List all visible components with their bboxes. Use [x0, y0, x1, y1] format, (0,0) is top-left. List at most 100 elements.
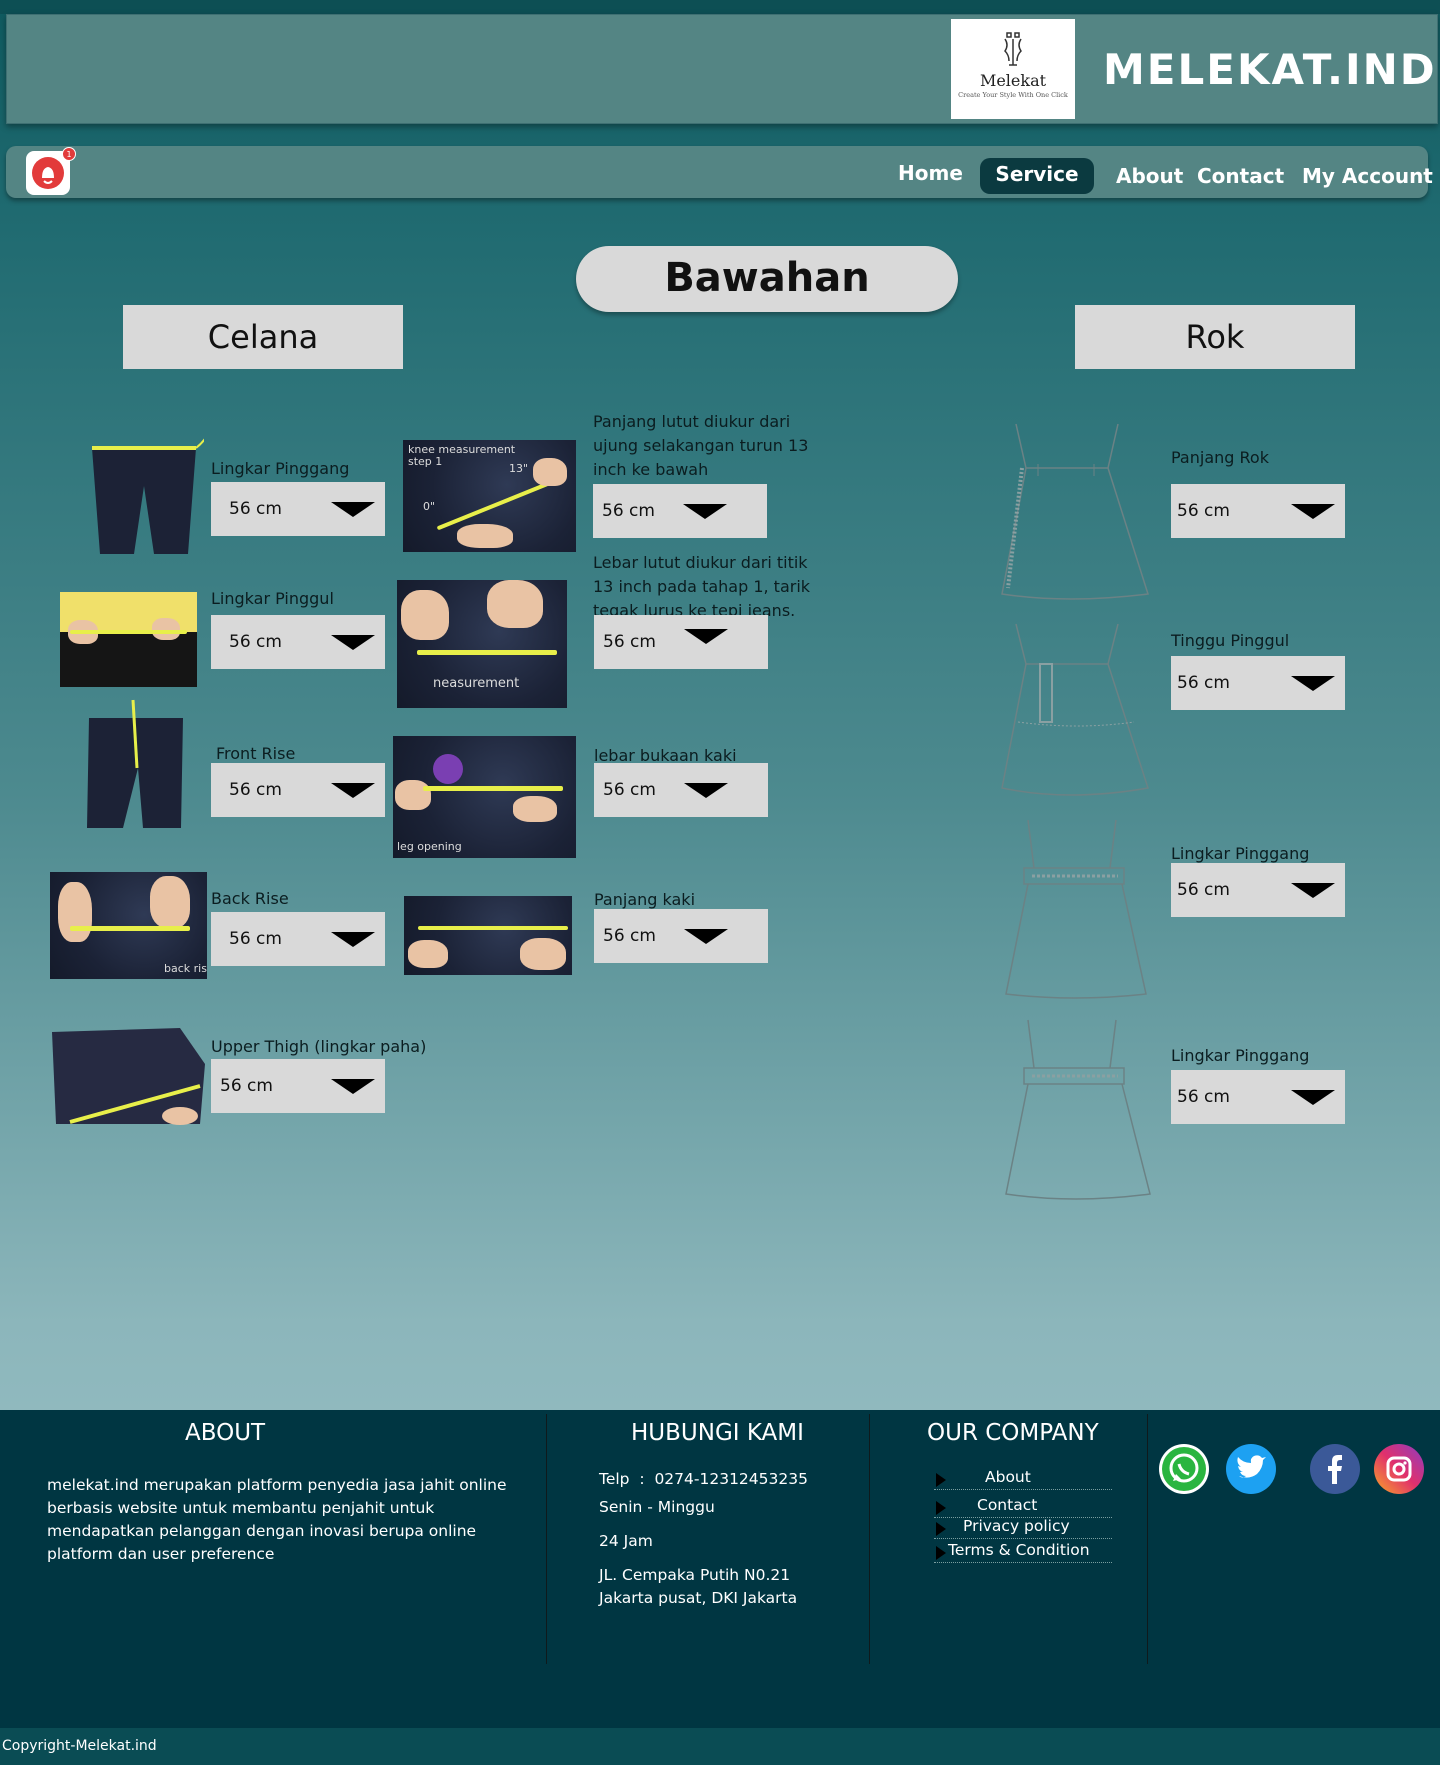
- link-label: Privacy policy: [963, 1517, 1070, 1535]
- logo[interactable]: Melekat Create Your Style With One Click: [951, 19, 1075, 119]
- desc-lebar-lutut: Lebar lutut diukur dari titik 13 inch pa…: [593, 553, 811, 620]
- label-lingkar-pinggang: Lingkar Pinggang: [211, 459, 350, 478]
- footer-divider: [1147, 1414, 1148, 1664]
- footer-company-title: OUR COMPANY: [927, 1420, 1099, 1446]
- select-front-rise[interactable]: 56 cm: [211, 763, 385, 817]
- arrow-right-icon: [936, 1522, 946, 1536]
- back-rise-caption: back rise: [164, 962, 207, 975]
- select-value: 56 cm: [229, 499, 282, 519]
- desc-panjang-lutut: Panjang lutut diukur dari ujung selakang…: [593, 412, 809, 479]
- nav-my-account[interactable]: My Account: [1302, 164, 1433, 188]
- select-lingkar-pinggang-rok[interactable]: 56 cm: [1171, 863, 1345, 917]
- skirt-length-illustration: [1001, 423, 1149, 600]
- footer-divider: [869, 1414, 870, 1664]
- label-lingkar-pinggang-rok: Lingkar Pinggang: [1171, 844, 1310, 863]
- footer-about-title: ABOUT: [185, 1420, 266, 1446]
- footer-divider: [546, 1414, 547, 1664]
- label-upper-thigh: Upper Thigh (lingkar paha): [211, 1037, 427, 1056]
- footer-contact-title: HUBUNGI KAMI: [631, 1420, 804, 1446]
- footer-hours: 24 Jam: [599, 1532, 653, 1550]
- select-value: 56 cm: [229, 929, 282, 949]
- select-value: 56 cm: [603, 780, 656, 800]
- footer-link-about[interactable]: About: [934, 1468, 1112, 1490]
- dropdown-arrow-icon: [331, 932, 375, 947]
- dropdown-arrow-icon: [1291, 1090, 1335, 1105]
- dropdown-arrow-icon: [1291, 676, 1335, 691]
- notification-badge: 1: [62, 147, 76, 161]
- select-value: 56 cm: [1177, 673, 1230, 693]
- facebook-icon[interactable]: [1310, 1444, 1360, 1494]
- select-lebar-bukaan-kaki[interactable]: 56 cm: [594, 763, 768, 817]
- select-value: 56 cm: [1177, 501, 1230, 521]
- link-label: Terms & Condition: [948, 1541, 1090, 1559]
- measurement-caption: neasurement: [433, 676, 520, 691]
- select-lebar-lutut[interactable]: 56 cm: [594, 615, 768, 669]
- photo-knee-width: neasurement: [397, 580, 567, 708]
- twitter-icon[interactable]: [1226, 1444, 1276, 1494]
- mannequin-icon: [1004, 32, 1022, 66]
- nav-service[interactable]: Service: [980, 158, 1094, 194]
- photo-upper-thigh: [50, 1024, 205, 1127]
- leg-opening-caption: leg opening: [397, 840, 462, 853]
- arrow-right-icon: [936, 1473, 946, 1487]
- dropdown-arrow-icon: [1291, 883, 1335, 898]
- link-label: Contact: [977, 1496, 1038, 1514]
- select-back-rise[interactable]: 56 cm: [211, 912, 385, 966]
- nav-about[interactable]: About: [1116, 164, 1183, 188]
- select-upper-thigh[interactable]: 56 cm: [211, 1059, 385, 1113]
- select-lingkar-pinggang[interactable]: 56 cm: [211, 482, 385, 536]
- dropdown-arrow-icon: [1291, 504, 1335, 519]
- copyright: Copyright-Melekat.ind: [2, 1738, 157, 1754]
- site-header: Melekat Create Your Style With One Click…: [6, 14, 1438, 124]
- dropdown-arrow-icon: [684, 929, 728, 944]
- instagram-icon[interactable]: [1374, 1444, 1424, 1494]
- skirt-waist-illustration: [1005, 819, 1147, 999]
- select-lingkar-pinggang-rok-2[interactable]: 56 cm: [1171, 1070, 1345, 1124]
- select-value: 56 cm: [602, 501, 655, 521]
- photo-front-rise: [83, 698, 195, 828]
- nav-home[interactable]: Home: [898, 161, 963, 185]
- dropdown-arrow-icon: [331, 1079, 375, 1094]
- label-front-rise: Front Rise: [216, 744, 296, 763]
- select-value: 56 cm: [1177, 880, 1230, 900]
- dropdown-arrow-icon: [331, 502, 375, 517]
- section-title-celana: Celana: [123, 305, 403, 369]
- select-panjang-kaki[interactable]: 56 cm: [594, 909, 768, 963]
- dropdown-arrow-icon: [684, 629, 728, 644]
- select-lingkar-pinggul[interactable]: 56 cm: [211, 615, 385, 669]
- photo-waist: [84, 426, 204, 554]
- copyright-bar: Copyright-Melekat.ind: [0, 1728, 1440, 1765]
- logo-name: Melekat: [979, 71, 1047, 90]
- select-value: 56 cm: [229, 780, 282, 800]
- photo-knee-length: knee measurement step 1 13" 0": [403, 440, 576, 552]
- select-value: 56 cm: [229, 632, 282, 652]
- footer-about-text: melekat.ind merupakan platform penyedia …: [47, 1476, 507, 1563]
- dropdown-arrow-icon: [331, 783, 375, 798]
- dropdown-arrow-icon: [331, 635, 375, 650]
- arrow-right-icon: [936, 1546, 946, 1560]
- select-panjang-rok[interactable]: 56 cm: [1171, 484, 1345, 538]
- photo-back-rise: back rise: [50, 872, 207, 979]
- select-panjang-lutut[interactable]: 56 cm: [593, 484, 767, 538]
- footer-link-contact[interactable]: Contact: [934, 1496, 1112, 1518]
- notification-button[interactable]: 1: [26, 147, 76, 195]
- select-tinggu-pinggul[interactable]: 56 cm: [1171, 656, 1345, 710]
- photo-hip: [60, 592, 197, 687]
- photo-leg-length: [404, 896, 572, 975]
- skirt-waist-illustration-2: [1005, 1019, 1151, 1200]
- select-value: 56 cm: [603, 926, 656, 946]
- footer-link-privacy[interactable]: Privacy policy: [934, 1517, 1112, 1539]
- nav-contact[interactable]: Contact: [1197, 164, 1284, 188]
- footer-phone: Telp : 0274-12312453235: [599, 1470, 808, 1488]
- bell-icon: [32, 157, 64, 189]
- label-tinggu-pinggul: Tinggu Pinggul: [1171, 631, 1290, 650]
- footer-link-terms[interactable]: Terms & Condition: [934, 1541, 1112, 1563]
- label-panjang-rok: Panjang Rok: [1171, 448, 1269, 467]
- photo-leg-opening: leg opening: [393, 736, 576, 858]
- link-label: About: [985, 1468, 1031, 1486]
- footer-address: JL. Cempaka Putih N0.21 Jakarta pusat, D…: [599, 1566, 798, 1607]
- whatsapp-icon[interactable]: [1159, 1444, 1209, 1494]
- section-title-rok: Rok: [1075, 305, 1355, 369]
- footer-days: Senin - Minggu: [599, 1498, 715, 1516]
- label-panjang-kaki: Panjang kaki: [594, 890, 696, 909]
